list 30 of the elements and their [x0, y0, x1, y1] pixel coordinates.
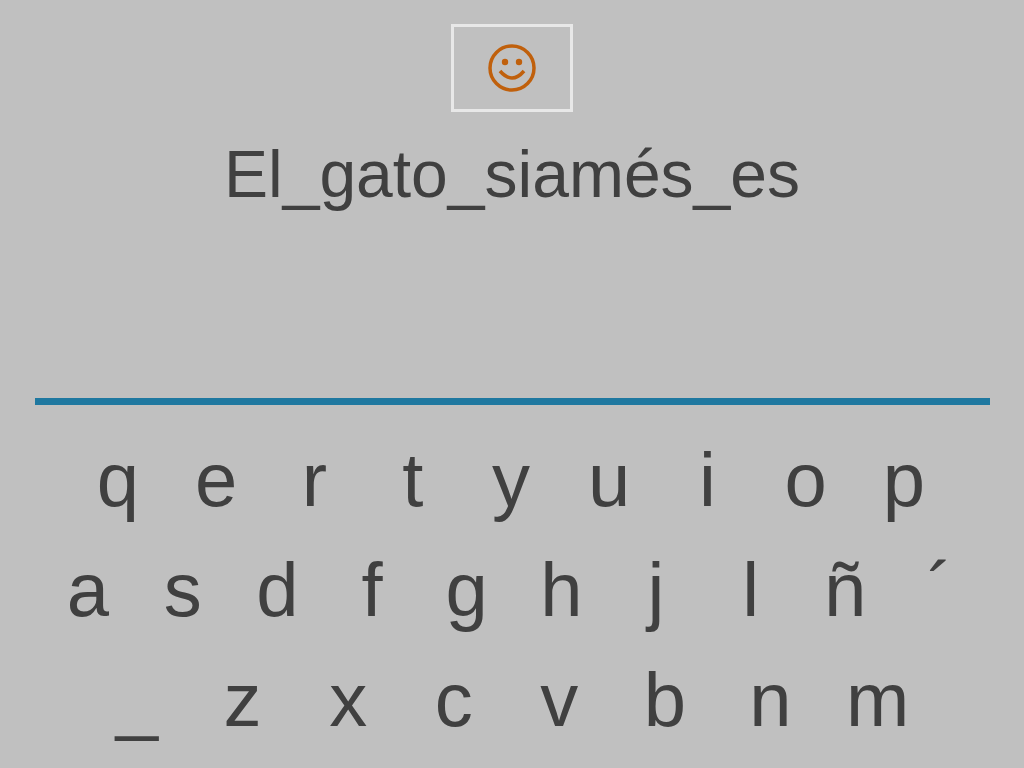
letter-key[interactable]: r	[284, 432, 345, 528]
letter-key[interactable]: g	[436, 542, 497, 638]
letter-key[interactable]: ´	[909, 542, 970, 638]
letter-key[interactable]: n	[740, 652, 801, 748]
letter-key[interactable]: p	[874, 432, 934, 528]
letter-key[interactable]: y	[481, 432, 541, 528]
sentence-text: El_gato_siamés_es	[224, 136, 800, 213]
smiley-icon	[487, 43, 537, 93]
letter-key[interactable]: j	[625, 542, 686, 638]
letter-key[interactable]: u	[579, 432, 640, 528]
letter-key[interactable]: ñ	[815, 542, 876, 638]
letter-key[interactable]: i	[677, 432, 738, 528]
letter-key[interactable]: e	[186, 432, 247, 528]
letter-key[interactable]: z	[212, 652, 273, 748]
letter-key[interactable]: t	[382, 432, 443, 528]
letter-key[interactable]: c	[423, 652, 484, 748]
letter-key[interactable]: a	[58, 542, 118, 638]
letter-key[interactable]: l	[720, 542, 781, 638]
letter-key[interactable]: d	[247, 542, 308, 638]
smiley-button[interactable]	[451, 24, 573, 112]
letter-key[interactable]: f	[341, 542, 402, 638]
letter-key[interactable]: _	[107, 652, 167, 748]
letter-key[interactable]: o	[775, 432, 836, 528]
letter-key[interactable]: q	[88, 432, 148, 528]
letter-key[interactable]: v	[529, 652, 590, 748]
letter-key[interactable]: s	[152, 542, 213, 638]
letter-key[interactable]: m	[845, 652, 906, 748]
letter-key[interactable]: x	[318, 652, 379, 748]
letter-key[interactable]: b	[634, 652, 695, 748]
letter-key[interactable]: h	[531, 542, 592, 638]
